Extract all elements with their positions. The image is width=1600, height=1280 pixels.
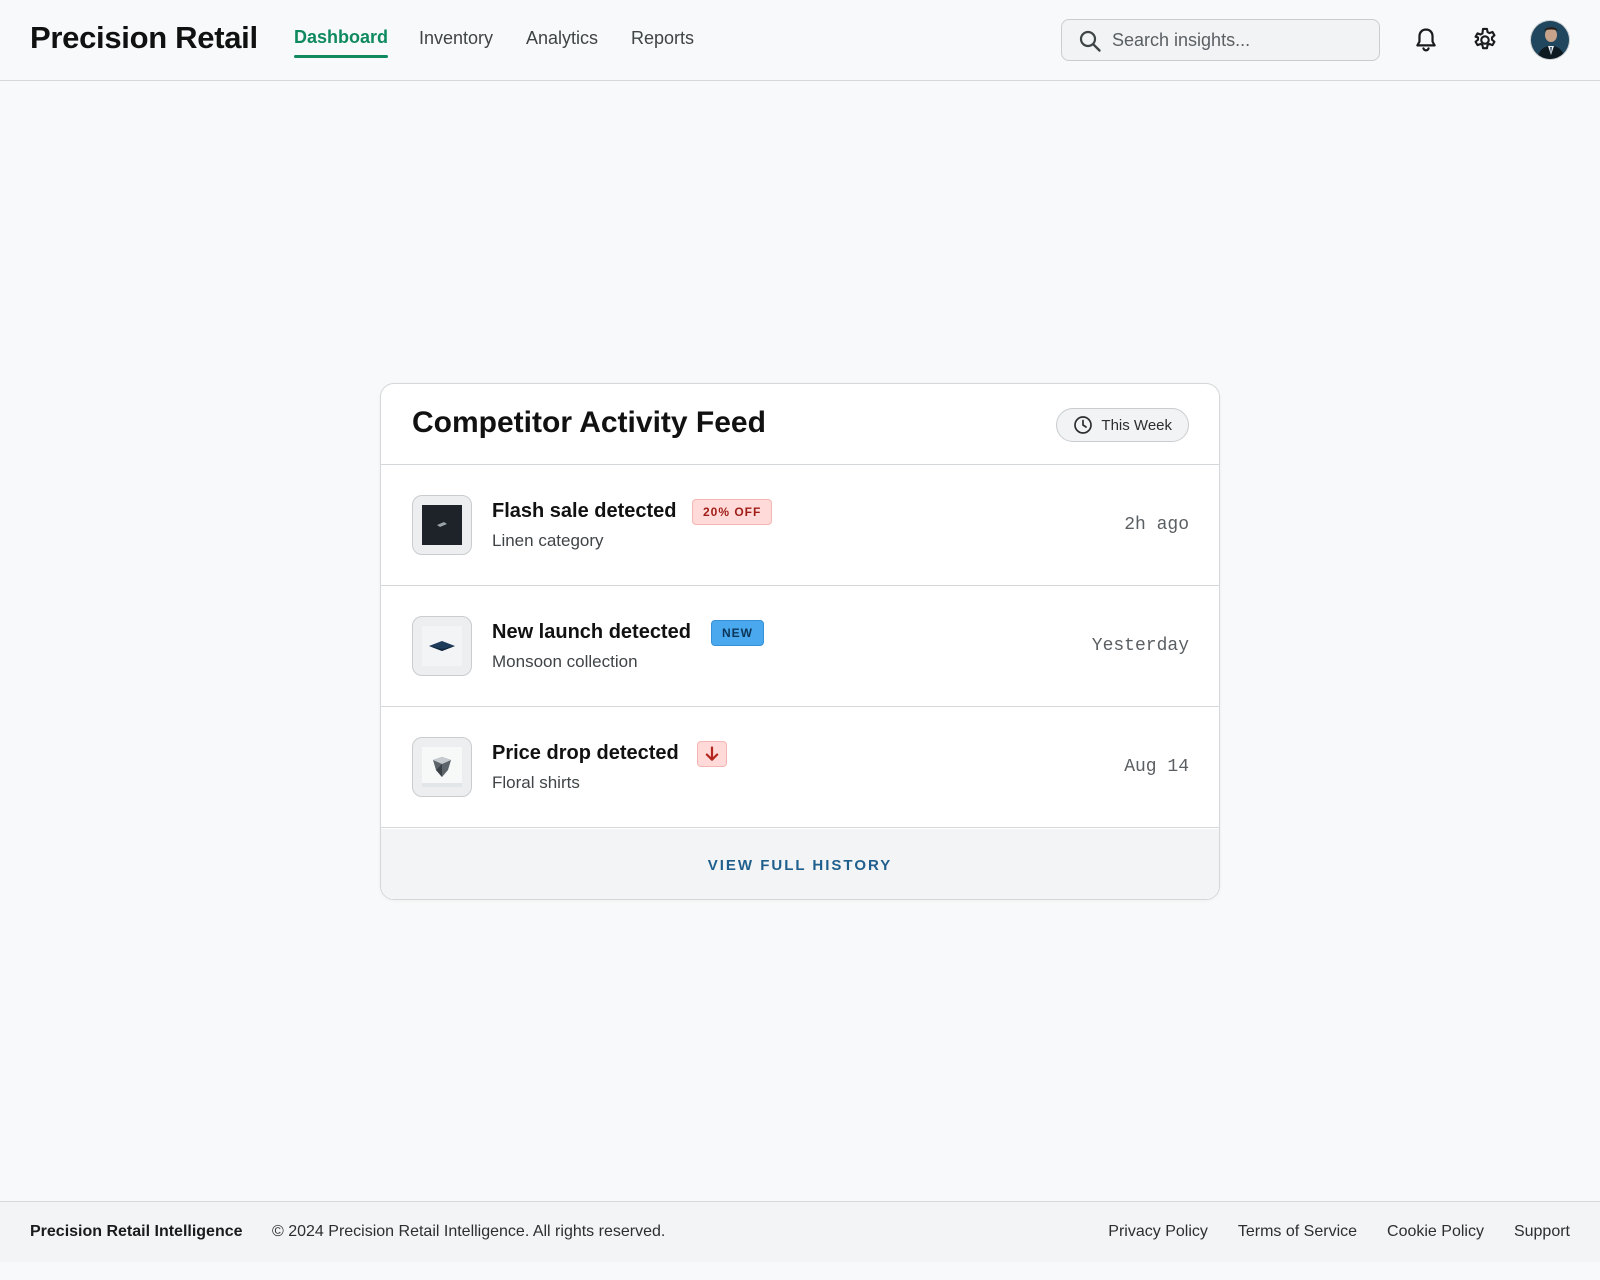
search-input[interactable] (1112, 20, 1372, 60)
top-navigation-bar: Precision Retail Dashboard Inventory Ana… (0, 0, 1600, 81)
card-title: Competitor Activity Feed (412, 406, 766, 439)
footer-links: Privacy Policy Terms of Service Cookie P… (1108, 1223, 1570, 1241)
floral-shirt-product-image (422, 747, 462, 787)
support-link[interactable]: Support (1514, 1223, 1570, 1241)
feed-item-title: Price drop detected (492, 742, 679, 764)
nav-reports[interactable]: Reports (631, 28, 694, 49)
product-thumbnail (412, 616, 472, 676)
privacy-policy-link[interactable]: Privacy Policy (1108, 1223, 1208, 1241)
view-full-history-link[interactable]: VIEW FULL HISTORY (708, 857, 893, 874)
feed-item-time: 2h ago (1124, 515, 1189, 535)
feed-item-subtitle: Floral shirts (492, 773, 580, 792)
nav-analytics[interactable]: Analytics (526, 28, 598, 49)
bell-icon[interactable] (1412, 26, 1440, 54)
arrow-down-icon (705, 746, 719, 761)
avatar-image (1531, 21, 1569, 59)
product-thumbnail (412, 495, 472, 555)
linen-product-image (422, 505, 462, 545)
gear-icon[interactable] (1471, 26, 1499, 54)
period-label: This Week (1101, 416, 1172, 434)
search-box (1061, 19, 1380, 61)
feed-item-title: Flash sale detected (492, 500, 677, 522)
footer-brand: Precision Retail Intelligence (30, 1223, 243, 1240)
period-filter-chip[interactable]: This Week (1056, 408, 1189, 442)
feed-item-subtitle: Linen category (492, 531, 604, 550)
feed-item-title: New launch detected (492, 621, 691, 643)
competitor-activity-card: Competitor Activity Feed This Week Flash… (380, 383, 1220, 900)
discount-badge: 20% OFF (692, 499, 773, 525)
terms-of-service-link[interactable]: Terms of Service (1238, 1223, 1357, 1241)
price-drop-badge (697, 741, 727, 767)
feed-item-subtitle: Monsoon collection (492, 652, 638, 671)
monsoon-product-image (422, 626, 462, 666)
feed-item-time: Aug 14 (1124, 757, 1189, 777)
page-footer: Precision Retail Intelligence © 2024 Pre… (0, 1201, 1600, 1262)
nav-inventory[interactable]: Inventory (419, 28, 493, 49)
new-badge: NEW (711, 620, 764, 646)
product-thumbnail (412, 737, 472, 797)
feed-item[interactable]: Flash sale detected 20% OFF Linen catego… (381, 465, 1219, 586)
card-footer: VIEW FULL HISTORY (381, 829, 1219, 899)
search-icon (1079, 30, 1101, 52)
footer-copyright: © 2024 Precision Retail Intelligence. Al… (272, 1223, 666, 1240)
clock-icon (1074, 416, 1093, 434)
nav-dashboard[interactable]: Dashboard (294, 27, 389, 58)
feed-item-time: Yesterday (1091, 636, 1189, 656)
brand-logo[interactable]: Precision Retail (30, 20, 258, 56)
card-header: Competitor Activity Feed This Week (381, 384, 1219, 465)
feed-item[interactable]: New launch detected NEW Monsoon collecti… (381, 586, 1219, 707)
user-avatar[interactable] (1530, 20, 1570, 60)
feed-item[interactable]: Price drop detected Floral shirts Aug 14 (381, 707, 1219, 828)
cookie-policy-link[interactable]: Cookie Policy (1387, 1223, 1484, 1241)
